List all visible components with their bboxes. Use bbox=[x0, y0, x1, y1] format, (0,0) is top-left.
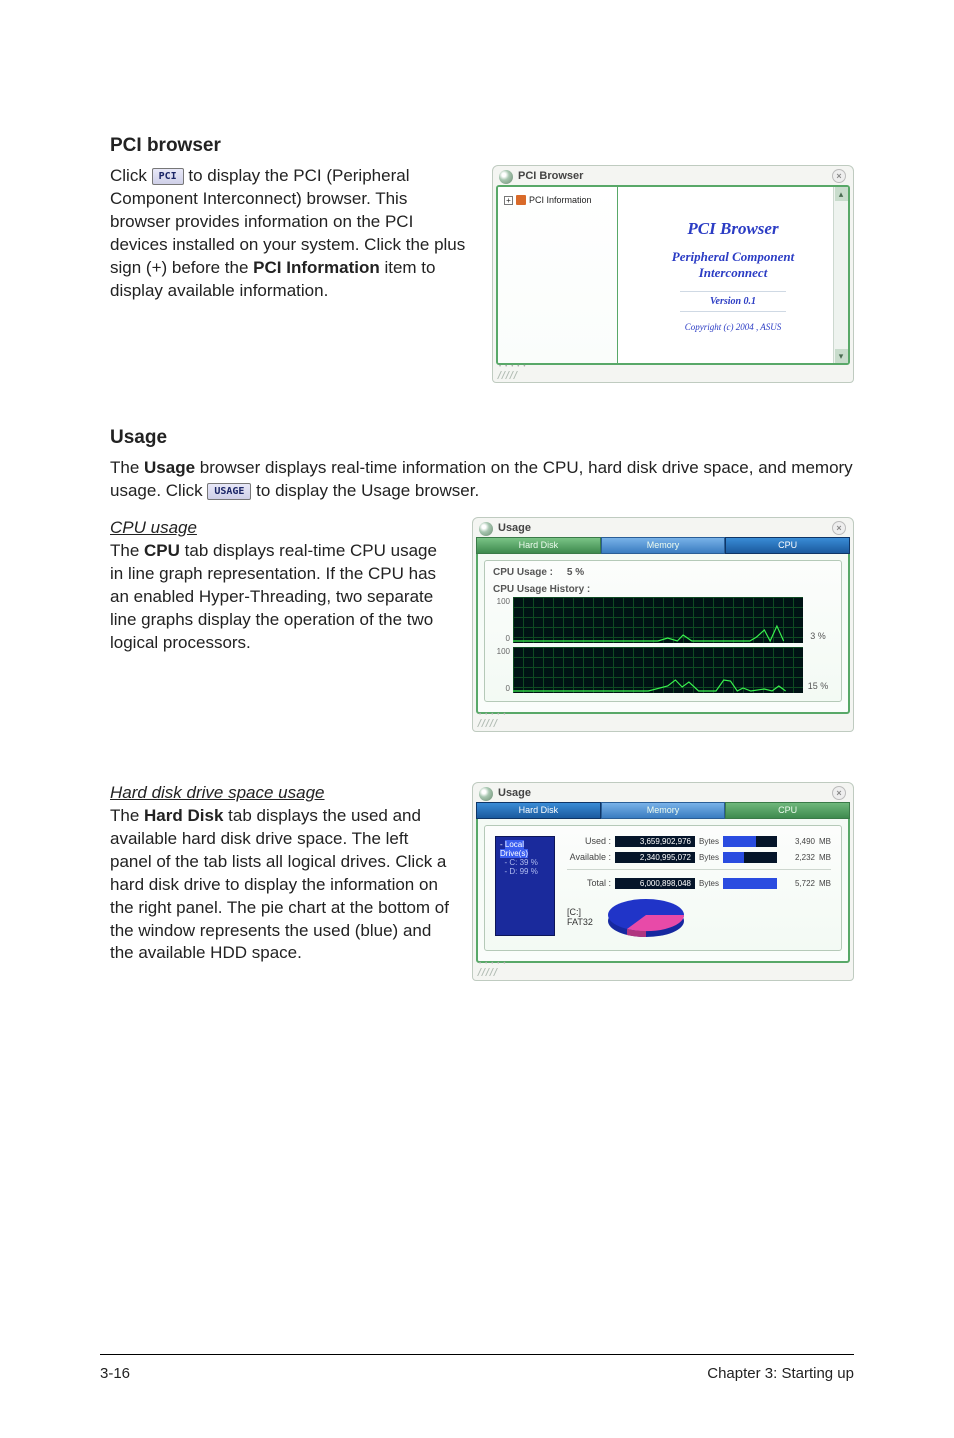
tree-expand-icon[interactable]: + bbox=[504, 196, 513, 205]
drive-c[interactable]: - C: 39 % bbox=[499, 858, 551, 867]
pie-label: [C:] FAT32 bbox=[567, 907, 593, 927]
pci-info-panel: PCI Browser Peripheral Component Interco… bbox=[618, 187, 848, 363]
chapter-label: Chapter 3: Starting up bbox=[707, 1365, 854, 1382]
cpu-graph-2 bbox=[513, 647, 803, 693]
used-line: Used : 3,659,902,976 Bytes 3,490 MB bbox=[567, 836, 831, 847]
usage-tabs: Hard Disk Memory CPU bbox=[476, 537, 850, 554]
usage-intro: The Usage browser displays real-time inf… bbox=[110, 457, 854, 503]
drive-root[interactable]: Local Drive(s) bbox=[500, 840, 528, 858]
drive-details: Used : 3,659,902,976 Bytes 3,490 MB Avai… bbox=[567, 836, 831, 940]
tab-memory[interactable]: Memory bbox=[601, 537, 726, 554]
tab-cpu[interactable]: CPU bbox=[725, 537, 850, 554]
app-logo-icon bbox=[499, 170, 513, 184]
page-footer: 3-16 Chapter 3: Starting up bbox=[100, 1354, 854, 1382]
pci-info-subtitle: Peripheral Component Interconnect bbox=[672, 249, 794, 281]
usage-cpu-window: Usage × Hard Disk Memory CPU CPU Usage :… bbox=[472, 517, 854, 732]
pci-copyright: Copyright (c) 2004 , ASUS bbox=[685, 322, 782, 332]
app-logo-icon bbox=[479, 522, 493, 536]
avail-bytes: 2,340,995,072 bbox=[615, 852, 695, 863]
available-line: Available : 2,340,995,072 Bytes 2,232 MB bbox=[567, 852, 831, 863]
total-bytes: 6,000,898,048 bbox=[615, 878, 695, 889]
window-footer: ••••• bbox=[496, 365, 850, 379]
tab-hard-disk[interactable]: Hard Disk bbox=[476, 802, 601, 819]
usage-button-image: USAGE bbox=[207, 483, 251, 501]
pci-version: Version 0.1 bbox=[680, 291, 786, 312]
pci-paragraph: Click PCI to display the PCI (Peripheral… bbox=[110, 165, 470, 303]
page-number: 3-16 bbox=[100, 1365, 130, 1382]
close-icon[interactable]: × bbox=[832, 521, 846, 535]
pci-tree-root[interactable]: + PCI Information bbox=[504, 195, 611, 205]
usage-hd-window: Usage × Hard Disk Memory CPU - Local Dri… bbox=[472, 782, 854, 981]
usage-tabs: Hard Disk Memory CPU bbox=[476, 802, 850, 819]
close-icon[interactable]: × bbox=[832, 786, 846, 800]
hd-usage-paragraph: The Hard Disk tab displays the used and … bbox=[110, 805, 450, 966]
graph2-value: 15 % bbox=[803, 647, 833, 693]
pci-heading: PCI browser bbox=[110, 135, 854, 157]
usage-heading: Usage bbox=[110, 427, 854, 449]
cpu-usage-label: CPU Usage : 5 % bbox=[493, 567, 833, 578]
used-bytes: 3,659,902,976 bbox=[615, 836, 695, 847]
folder-icon bbox=[516, 195, 526, 205]
hd-usage-subhead: Hard disk drive space usage bbox=[110, 782, 450, 805]
window-title: Usage bbox=[498, 787, 531, 799]
used-mb: 3,490 bbox=[781, 837, 815, 846]
pci-button-image: PCI bbox=[152, 168, 184, 186]
cpu-usage-paragraph: The CPU tab displays real-time CPU usage… bbox=[110, 540, 450, 655]
cpu-usage-subhead: CPU usage bbox=[110, 517, 450, 540]
scroll-down-icon[interactable]: ▾ bbox=[835, 349, 848, 363]
cpu-history-label: CPU Usage History : bbox=[493, 584, 833, 595]
total-line: Total : 6,000,898,048 Bytes 5,722 MB bbox=[567, 878, 831, 889]
avail-bar bbox=[723, 852, 777, 863]
total-mb: 5,722 bbox=[781, 879, 815, 888]
tab-memory[interactable]: Memory bbox=[601, 802, 726, 819]
window-title: Usage bbox=[498, 522, 531, 534]
pci-browser-window: PCI Browser × + PCI Information PCI Brow… bbox=[492, 165, 854, 383]
cpu-graph-1 bbox=[513, 597, 803, 643]
scroll-up-icon[interactable]: ▴ bbox=[835, 187, 848, 201]
graph2-yaxis: 100 0 bbox=[493, 647, 513, 693]
app-logo-icon bbox=[479, 787, 493, 801]
total-bar bbox=[723, 878, 777, 889]
window-title: PCI Browser bbox=[518, 170, 583, 182]
window-footer: ••••• bbox=[476, 963, 850, 977]
scrollbar[interactable]: ▴ ▾ bbox=[833, 187, 848, 363]
graph1-value: 3 % bbox=[803, 597, 833, 643]
drive-d[interactable]: - D: 99 % bbox=[499, 867, 551, 876]
avail-mb: 2,232 bbox=[781, 853, 815, 862]
window-footer: ••••• bbox=[476, 714, 850, 728]
pci-info-title: PCI Browser bbox=[687, 219, 778, 239]
tab-hard-disk[interactable]: Hard Disk bbox=[476, 537, 601, 554]
used-bar bbox=[723, 836, 777, 847]
close-icon[interactable]: × bbox=[832, 169, 846, 183]
tab-cpu[interactable]: CPU bbox=[725, 802, 850, 819]
drive-list: - Local Drive(s) - C: 39 % - D: 99 % bbox=[495, 836, 555, 936]
pci-tree-panel: + PCI Information bbox=[498, 187, 618, 363]
graph1-yaxis: 100 0 bbox=[493, 597, 513, 643]
disk-pie-chart bbox=[603, 894, 689, 940]
